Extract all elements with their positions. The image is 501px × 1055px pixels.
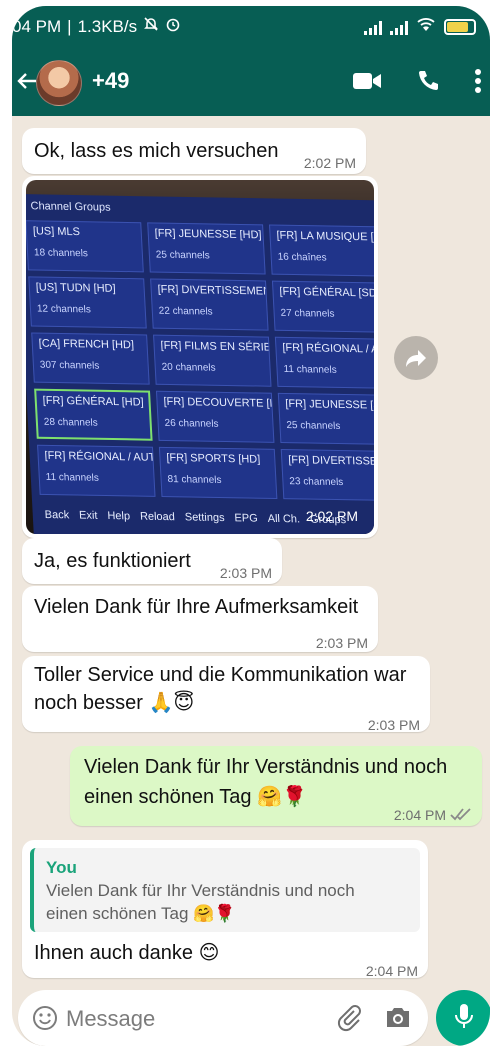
mic-button[interactable] bbox=[436, 990, 490, 1046]
quote-author: You bbox=[46, 858, 77, 877]
message-time: 2:03 PM bbox=[315, 635, 368, 651]
image-message[interactable]: Channel Groups [US] MLS 18 channels [FR] … bbox=[22, 176, 378, 538]
status-left: 04 PM | 1.3KB/s bbox=[12, 16, 181, 37]
camera-icon[interactable] bbox=[384, 1004, 412, 1035]
tv-cell: [FR] JEUNESSE [SD] 25 channels bbox=[277, 392, 374, 445]
message-incoming[interactable]: Ja, es funktioniert 2:03 PM bbox=[22, 538, 282, 584]
tv-cell: [FR] DIVERTISSEMEN 23 channels bbox=[280, 448, 374, 502]
tv-cell: [US] MLS 18 channels bbox=[26, 220, 144, 273]
message-outgoing[interactable]: Vielen Dank für Ihr Verständnis und noch… bbox=[70, 746, 482, 826]
avatar[interactable] bbox=[36, 60, 82, 106]
message-input[interactable]: Message bbox=[18, 990, 428, 1046]
top-bar: 04 PM | 1.3KB/s +49 bbox=[12, 6, 490, 116]
mute-icon bbox=[143, 16, 159, 37]
composer: Message bbox=[12, 990, 490, 1046]
alarm-icon bbox=[165, 16, 181, 37]
message-incoming[interactable]: Toller Service und die Kommunikation war… bbox=[22, 656, 430, 733]
message-incoming-reply[interactable]: You Vielen Dank für Ihr Verständnis und … bbox=[22, 840, 428, 979]
status-time: 04 PM bbox=[12, 16, 62, 36]
more-icon[interactable] bbox=[474, 68, 482, 99]
tv-row: [US] TUDN [HD] 12 channels [FR] DIVERTISS… bbox=[28, 276, 374, 333]
message-time: 2:03 PM bbox=[219, 565, 272, 581]
message-text: Ihnen auch danke 😊 bbox=[34, 942, 220, 964]
message-time: 2:04 PM bbox=[365, 963, 418, 979]
voice-call-icon[interactable] bbox=[416, 69, 440, 98]
wifi-icon bbox=[416, 16, 436, 37]
status-separator: | bbox=[67, 16, 72, 36]
forward-icon[interactable] bbox=[394, 336, 438, 380]
tv-cell: [US] TUDN [HD] 12 channels bbox=[28, 276, 147, 329]
signal-icon bbox=[364, 19, 382, 35]
message-incoming[interactable]: Ok, lass es mich versuchen 2:02 PM bbox=[22, 128, 366, 174]
message-text-line: Vielen Dank für Ihr Verständnis und noch bbox=[84, 756, 448, 778]
battery-icon bbox=[444, 18, 476, 35]
message-incoming[interactable]: Vielen Dank für Ihre Aufmerksamkeit 2:03… bbox=[22, 586, 378, 652]
emoji-icon[interactable] bbox=[32, 1005, 58, 1036]
message-text-line: noch besser 🙏😇 bbox=[34, 692, 195, 714]
message-time: 2:04 PM bbox=[393, 807, 446, 823]
mic-icon bbox=[453, 1002, 475, 1035]
signal-icon bbox=[390, 19, 408, 35]
contact-name[interactable]: +49 bbox=[92, 68, 129, 94]
message-time: 2:03 PM bbox=[367, 717, 420, 733]
phone-frame: 04 PM | 1.3KB/s +49 Ok, lass es mich ver… bbox=[12, 6, 490, 1046]
tv-cell: [FR] RÉGIONAL / AUT 11 channels bbox=[37, 444, 156, 497]
tv-row: [US] MLS 18 channels [FR] JEUNESSE [HD] 25… bbox=[26, 220, 374, 277]
tv-cell: [FR] FILMS EN SÉRIE 20 channels bbox=[153, 334, 272, 387]
tv-cell: [FR] RÉGIONAL / AUT 11 channels bbox=[274, 336, 374, 389]
message-text-line: Toller Service und die Kommunikation war bbox=[34, 664, 407, 686]
tv-cell: [FR] JEUNESSE [HD] 25 channels bbox=[147, 222, 266, 275]
attach-icon[interactable] bbox=[336, 1004, 364, 1037]
media-time: 2:02 PM bbox=[305, 508, 358, 524]
network-speed: 1.3KB/s bbox=[77, 16, 138, 36]
tv-cell: [FR] LA MUSIQUE [H 16 chaînes bbox=[269, 224, 374, 277]
back-icon[interactable] bbox=[16, 69, 38, 97]
message-placeholder: Message bbox=[66, 1006, 156, 1031]
message-text-line: einen schönen Tag 🤗🌹 bbox=[84, 786, 307, 808]
status-bar: 04 PM | 1.3KB/s bbox=[12, 6, 490, 50]
tv-row: [FR] GÉNÉRAL [HD] 28 channels [FR] DECOUV… bbox=[34, 388, 374, 446]
quoted-message[interactable]: You Vielen Dank für Ihr Verständnis und … bbox=[30, 848, 420, 932]
message-time: 2:02 PM bbox=[303, 155, 356, 171]
video-call-icon[interactable] bbox=[352, 71, 382, 96]
tv-cell: [FR] DIVERTISSEMEN 22 channels bbox=[150, 278, 269, 331]
tv-row: [FR] RÉGIONAL / AUT 11 channels [FR] SPOR… bbox=[37, 444, 374, 502]
quote-text-line: Vielen Dank für Ihr Verständnis und noch bbox=[46, 881, 355, 900]
tv-cell: [CA] FRENCH [HD] 307 channels bbox=[31, 332, 150, 385]
status-right bbox=[364, 16, 476, 37]
tv-title: Channel Groups bbox=[30, 200, 111, 214]
message-text: Ja, es funktioniert bbox=[34, 550, 191, 572]
message-text: Vielen Dank für Ihre Aufmerksamkeit bbox=[34, 596, 359, 618]
tv-cell: [FR] SPORTS [HD] 81 channels bbox=[158, 446, 278, 499]
tv-footer: Back Exit Help Reload Settings EPG All Ch. Grou… bbox=[44, 508, 347, 527]
tv-cell-selected: [FR] GÉNÉRAL [HD] 28 channels bbox=[34, 388, 153, 441]
tv-row: [CA] FRENCH [HD] 307 channels [FR] FILMS … bbox=[31, 332, 374, 389]
tv-panel: Channel Groups [US] MLS 18 channels [FR] … bbox=[26, 194, 374, 534]
tv-cell: [FR] DECOUVERTE [H 26 channels bbox=[155, 390, 275, 443]
tv-photo: Channel Groups [US] MLS 18 channels [FR] … bbox=[26, 180, 374, 534]
tv-cell: [FR] GÉNÉRAL [SD] 27 channels bbox=[271, 280, 374, 333]
read-receipt-icon bbox=[450, 802, 472, 829]
message-text: Ok, lass es mich versuchen bbox=[34, 140, 279, 162]
header-actions bbox=[352, 68, 482, 99]
tv-grid: [US] MLS 18 channels [FR] JEUNESSE [HD] 25… bbox=[26, 220, 374, 507]
quote-text-line: einen schönen Tag 🤗🌹 bbox=[46, 904, 236, 923]
app-bar: +49 bbox=[12, 54, 490, 114]
